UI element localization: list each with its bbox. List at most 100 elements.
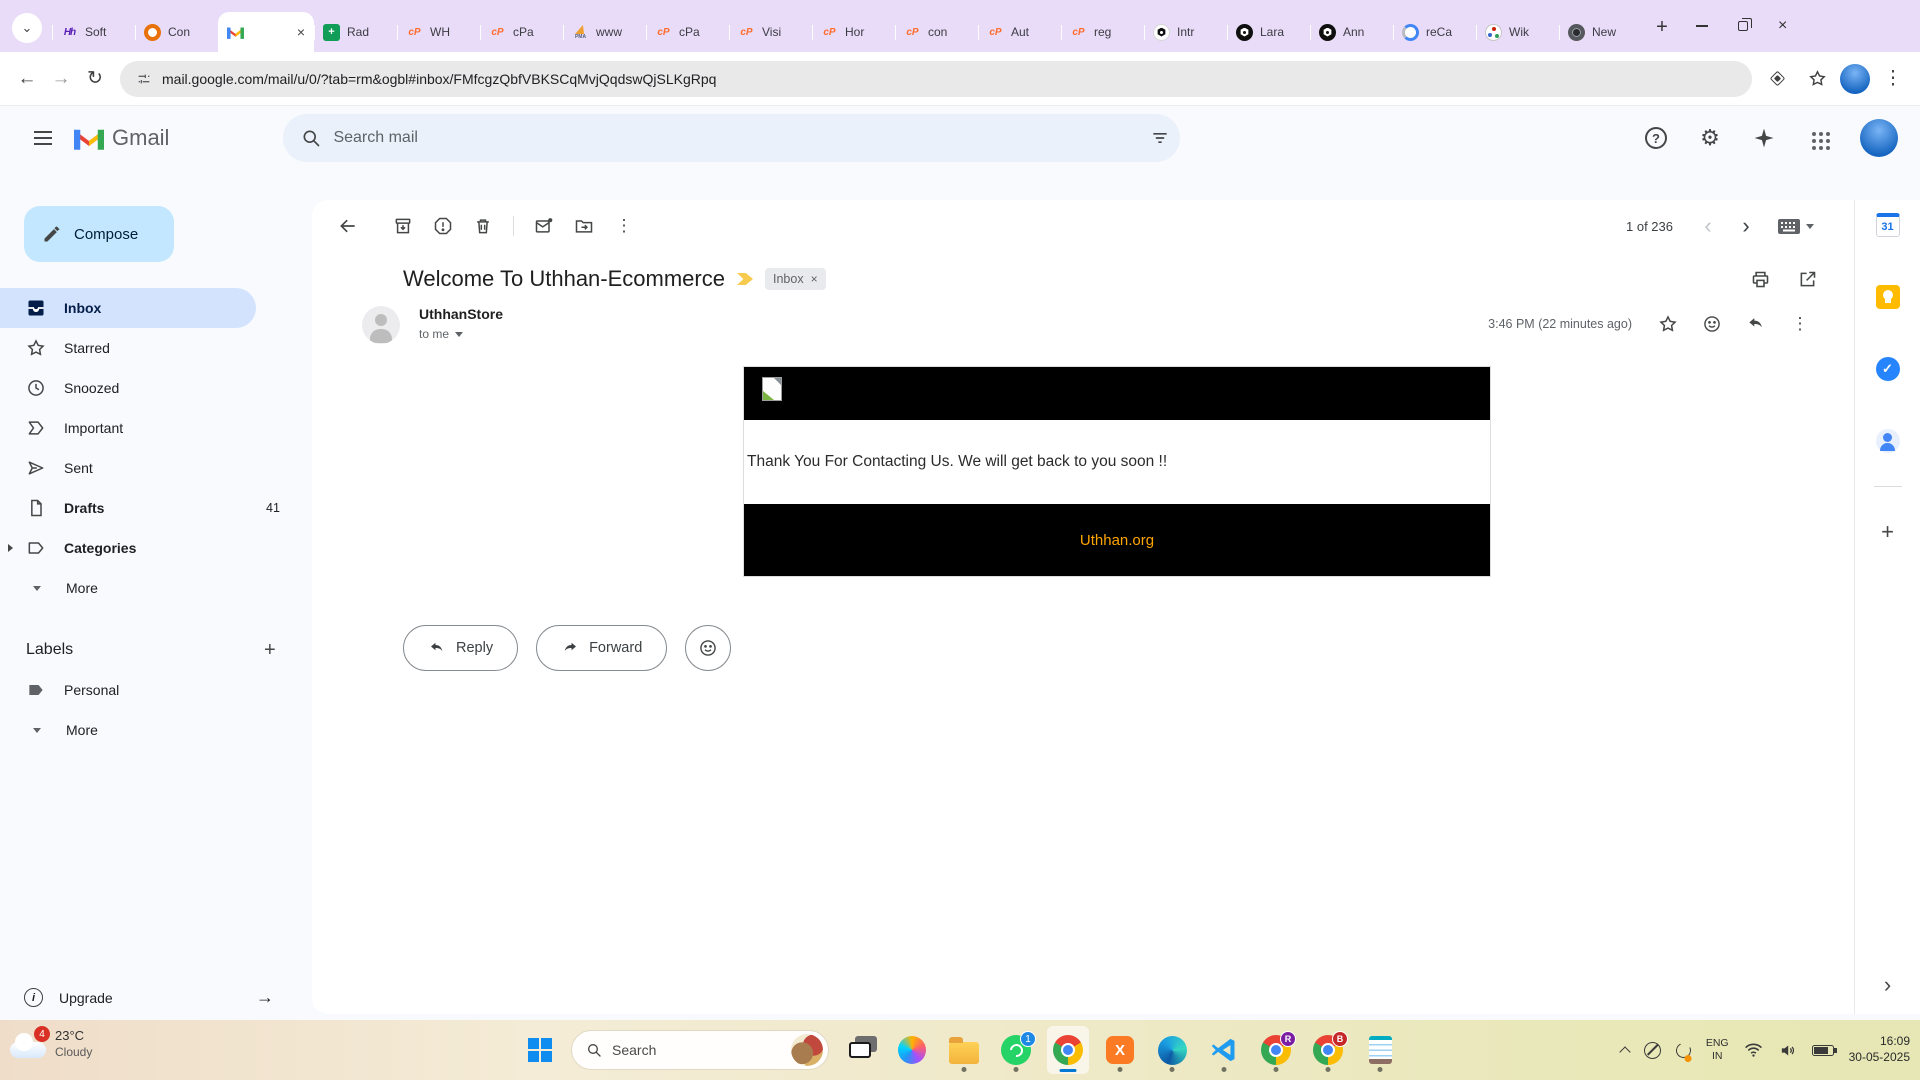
forward-button[interactable]: Forward xyxy=(536,625,667,671)
browser-tab[interactable]: con xyxy=(895,12,978,52)
add-reaction-button[interactable] xyxy=(685,625,731,671)
wifi-icon[interactable] xyxy=(1744,1042,1763,1058)
browser-tab[interactable]: Ann xyxy=(1310,12,1393,52)
browser-tab[interactable]: New xyxy=(1559,12,1642,52)
xampp-button[interactable]: X xyxy=(1099,1026,1141,1074)
maximize-restore-icon[interactable] xyxy=(1738,21,1748,31)
clock[interactable]: 16:09 30-05-2025 xyxy=(1849,1034,1910,1065)
create-label-icon[interactable]: + xyxy=(264,639,276,662)
browser-tab[interactable]: cPa xyxy=(480,12,563,52)
report-spam-icon[interactable] xyxy=(423,206,463,246)
sidebar-item-snoozed[interactable]: Snoozed xyxy=(0,368,256,408)
edge-button[interactable] xyxy=(1151,1026,1193,1074)
older-icon[interactable]: › xyxy=(1729,209,1763,243)
site-info-icon[interactable] xyxy=(136,71,152,87)
close-tab-icon[interactable]: × xyxy=(297,24,305,40)
touchpad-off-icon[interactable] xyxy=(1644,1042,1661,1059)
inbox-label-chip[interactable]: Inbox × xyxy=(765,268,826,290)
keep-icon[interactable] xyxy=(1875,284,1901,310)
more-options-icon[interactable]: ⋮ xyxy=(604,206,644,246)
chrome-button-active[interactable] xyxy=(1047,1026,1089,1074)
open-in-new-icon[interactable] xyxy=(1797,269,1818,290)
reload-icon[interactable]: ↻ xyxy=(78,62,112,96)
volume-icon[interactable] xyxy=(1778,1042,1797,1059)
address-bar[interactable]: mail.google.com/mail/u/0/?tab=rm&ogbl#in… xyxy=(120,61,1752,97)
reply-icon[interactable] xyxy=(1738,306,1774,342)
remove-label-icon[interactable]: × xyxy=(811,272,818,286)
whatsapp-button[interactable]: 1 xyxy=(995,1026,1037,1074)
sidebar-labels-more[interactable]: More xyxy=(0,710,256,750)
sender-avatar[interactable] xyxy=(362,306,400,344)
arrow-right-icon[interactable]: → xyxy=(256,987,274,1008)
sidebar-item-sent[interactable]: Sent xyxy=(0,448,256,488)
expand-arrow-icon[interactable] xyxy=(8,544,13,552)
search-icon[interactable] xyxy=(301,128,321,148)
account-avatar[interactable] xyxy=(1860,119,1898,157)
sidebar-item-categories[interactable]: Categories xyxy=(0,528,256,568)
task-view-button[interactable] xyxy=(839,1026,881,1074)
upgrade-row[interactable]: i Upgrade → xyxy=(24,987,274,1008)
hidden-icons-icon[interactable] xyxy=(1619,1046,1630,1057)
sync-update-icon[interactable] xyxy=(1674,1040,1693,1059)
recipient-dropdown[interactable]: to me xyxy=(419,327,503,341)
browser-tab[interactable]: Visi xyxy=(729,12,812,52)
tasks-icon[interactable]: ✓ xyxy=(1875,356,1901,382)
browser-tab[interactable]: WH xyxy=(397,12,480,52)
copilot-button[interactable] xyxy=(891,1026,933,1074)
notepad-button[interactable] xyxy=(1359,1026,1401,1074)
mark-unread-icon[interactable] xyxy=(524,206,564,246)
minimize-icon[interactable] xyxy=(1696,25,1708,27)
gemini-sparkle-icon[interactable] xyxy=(1744,118,1784,158)
taskbar-search[interactable]: Search xyxy=(571,1030,829,1070)
browser-tab-active-gmail[interactable]: × xyxy=(218,12,314,52)
get-addons-icon[interactable]: + xyxy=(1875,519,1901,545)
close-window-icon[interactable]: × xyxy=(1778,18,1787,34)
search-filter-icon[interactable] xyxy=(1150,128,1170,148)
newer-icon[interactable]: ‹ xyxy=(1691,209,1725,243)
browser-tab[interactable]: Aut xyxy=(978,12,1061,52)
chrome-profile-b-button[interactable]: B xyxy=(1307,1026,1349,1074)
battery-icon[interactable] xyxy=(1812,1045,1834,1056)
emoji-reaction-icon[interactable] xyxy=(1694,306,1730,342)
tab-search-button[interactable]: ⌄ xyxy=(12,13,42,43)
bookmark-star-icon[interactable] xyxy=(1800,62,1834,96)
message-more-icon[interactable]: ⋮ xyxy=(1782,306,1818,342)
chrome-profile-r-button[interactable]: R xyxy=(1255,1026,1297,1074)
browser-tab[interactable]: reg xyxy=(1061,12,1144,52)
main-menu-icon[interactable] xyxy=(20,115,66,161)
weather-widget[interactable]: 4 23°C Cloudy xyxy=(10,1028,92,1060)
calendar-icon[interactable]: 31 xyxy=(1875,212,1901,238)
start-button[interactable] xyxy=(519,1026,561,1074)
vscode-button[interactable] xyxy=(1203,1026,1245,1074)
file-explorer-button[interactable] xyxy=(943,1026,985,1074)
back-icon[interactable]: ← xyxy=(10,62,44,96)
delete-icon[interactable] xyxy=(463,206,503,246)
browser-tab[interactable]: Con xyxy=(135,12,218,52)
forward-icon[interactable]: → xyxy=(44,62,78,96)
move-to-icon[interactable] xyxy=(564,206,604,246)
new-tab-button[interactable]: + xyxy=(1648,13,1676,41)
language-switcher[interactable]: ENG IN xyxy=(1706,1037,1729,1063)
sidebar-item-drafts[interactable]: Drafts 41 xyxy=(0,488,256,528)
contacts-icon[interactable] xyxy=(1875,428,1901,454)
print-icon[interactable] xyxy=(1750,269,1771,290)
browser-tab[interactable]: Rad xyxy=(314,12,397,52)
gmail-logo[interactable]: Gmail xyxy=(74,125,169,151)
star-message-icon[interactable] xyxy=(1650,306,1686,342)
browser-tab[interactable]: Soft xyxy=(52,12,135,52)
uthhan-link[interactable]: Uthhan.org xyxy=(1080,532,1154,549)
settings-gear-icon[interactable]: ⚙ xyxy=(1690,118,1730,158)
browser-tab[interactable]: cPa xyxy=(646,12,729,52)
browser-tab[interactable]: Hor xyxy=(812,12,895,52)
back-to-inbox-icon[interactable] xyxy=(328,206,368,246)
help-icon[interactable]: ? xyxy=(1636,118,1676,158)
browser-tab[interactable]: Intr xyxy=(1144,12,1227,52)
browser-tab[interactable]: www xyxy=(563,12,646,52)
archive-icon[interactable] xyxy=(383,206,423,246)
collapse-panel-icon[interactable]: › xyxy=(1884,972,1891,998)
google-apps-grid-icon[interactable] xyxy=(1798,118,1838,158)
compose-button[interactable]: Compose xyxy=(24,206,174,262)
browser-tab[interactable]: reCa xyxy=(1393,12,1476,52)
search-mail-input[interactable]: Search mail xyxy=(283,114,1180,162)
browser-tab[interactable]: Wik xyxy=(1476,12,1559,52)
